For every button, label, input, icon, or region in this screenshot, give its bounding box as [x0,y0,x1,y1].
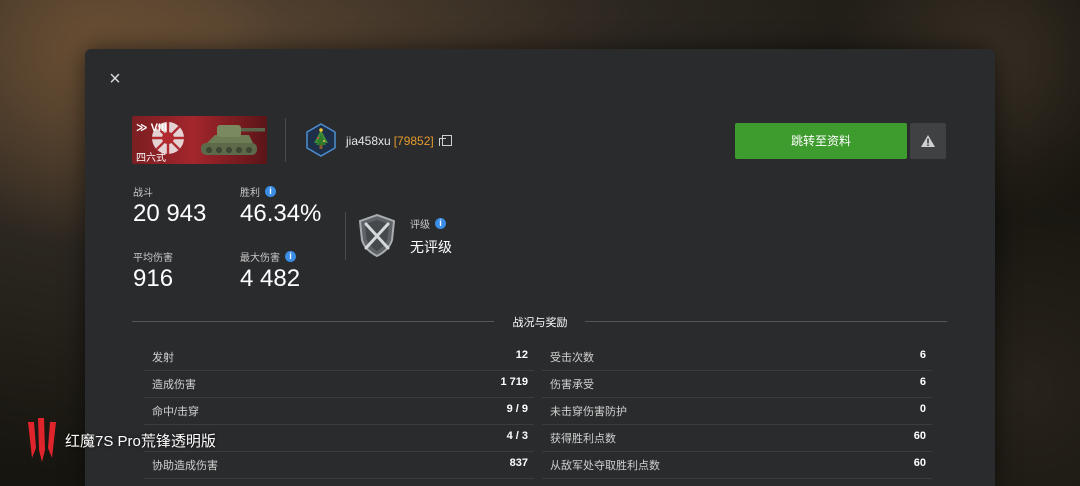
stat-max-damage-label: 最大伤害 [240,253,280,264]
tank-icon [201,125,265,155]
clan-tag: [79852] [393,134,434,148]
info-icon[interactable]: i [435,218,446,229]
row-value: 0 [919,403,926,415]
row-label: 伤害承受 [550,379,594,391]
tier-chevron-icon: ≫ [136,122,151,134]
stat-battles-value: 20 943 [133,200,207,227]
report-button[interactable] [910,123,946,159]
row-value: 6 [919,349,926,361]
row-value: 6 [919,376,926,388]
table-row: 发射 12 [144,343,534,371]
stat-max-damage-value: 4 482 [240,265,301,292]
row-value: 1 719 [500,376,528,388]
row-value: 4 / 3 [506,430,528,442]
table-row: 造成伤害 1 719 [144,370,534,398]
close-button[interactable]: × [105,69,125,89]
player-name: jia458xu [346,134,391,148]
player-avatar [306,123,336,157]
copy-icon[interactable] [438,135,452,146]
row-label: 受击次数 [550,352,594,364]
goto-profile-button[interactable]: 跳转至资料 [735,123,907,159]
table-row: 未击穿伤害防护 0 [542,397,932,425]
stat-battles-label: 战斗 [133,188,153,199]
red-magic-logo-icon [28,418,56,462]
row-label: 命中/击穿 [152,406,200,418]
section-divider-right [585,321,947,322]
tank-tier-label: VIII [150,122,168,134]
stat-avg-damage-label: 平均伤害 [133,253,173,264]
rating-divider [345,212,346,260]
table-row: 从敌军处夺取胜利点数 60 [542,451,932,479]
stat-winrate-label: 胜利 [240,188,260,199]
row-label: 获得胜利点数 [550,433,616,445]
info-icon[interactable]: i [285,251,296,262]
row-label: 发射 [152,352,174,364]
section-title: 战况与奖励 [512,317,568,329]
tank-card: ≫ VIII 四六式 [132,116,267,164]
row-value: 9 / 9 [506,403,528,415]
row-label: 从敌军处夺取胜利点数 [550,460,660,472]
rating-shield-icon [358,213,396,258]
row-value: 12 [515,349,528,361]
table-row: 获得胜利点数 60 [542,424,932,452]
stat-battles: 战斗 20 943 [133,184,206,228]
warning-icon [921,135,935,147]
row-label: 未击穿伤害防护 [550,406,627,418]
section-divider-left [132,321,494,322]
table-row: 受击次数 6 [542,343,932,371]
stat-winrate-value: 46.34% [240,200,322,227]
table-row: 伤害承受 6 [542,370,932,398]
player-info: jia458xu [79852] [346,134,452,148]
stat-winrate: 胜利 i 46.34% [240,184,321,228]
stat-max-damage: 最大伤害 i 4 482 [240,249,300,293]
stat-avg-damage-value: 916 [133,265,174,292]
stat-avg-damage: 平均伤害 916 [133,249,173,293]
rating-label: 评级 [410,220,430,231]
row-value: 60 [913,457,926,469]
device-watermark: 红魔7S Pro荒锋透明版 [26,418,216,462]
info-icon[interactable]: i [265,186,276,197]
player-stats-panel: × ≫ VIII 四六式 jia458xu [79852] 跳转至资料 战斗 2… [85,49,995,486]
row-label: 造成伤害 [152,379,196,391]
row-value: 60 [913,430,926,442]
row-value: 837 [509,457,528,469]
tank-name: 四六式 [136,153,166,164]
rating-value: 无评级 [410,239,452,255]
header-divider [285,118,286,162]
tank-tier: ≫ VIII [136,121,167,134]
watermark-text: 红魔7S Pro荒锋透明版 [65,432,216,450]
